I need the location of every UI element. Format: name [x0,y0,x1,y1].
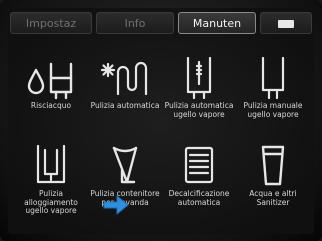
maintenance-grid: Risciacquo Pulizia automatica Pulizia au… [14,56,308,232]
function-drink-container[interactable]: Pulizia contenitore per bevanda [88,144,162,230]
water-glass-icon [261,145,285,186]
tab-extra[interactable] [260,12,312,34]
function-auto-clean[interactable]: Pulizia automatica [88,56,162,142]
function-auto-clean-steam-nozzle[interactable]: Pulizia automatica ugello vapore [162,56,236,142]
tab-impostazioni[interactable]: Impostaz [10,12,92,34]
manual-clean-steam-nozzle-icon [261,56,285,100]
function-manual-clean-steam-nozzle[interactable]: Pulizia manuale ugello vapore [236,56,310,142]
auto-clean-steam-nozzle-icon [186,56,212,100]
tab-manutenzione[interactable]: Manuten [178,12,256,34]
rinse-icon [27,62,73,100]
pointer-arrow-icon [103,194,129,216]
tab-info[interactable]: Info [96,12,174,34]
function-label: Pulizia automatica [90,101,160,110]
function-label: Pulizia automatica ugello vapore [164,101,234,119]
steam-nozzle-housing-icon [36,144,66,184]
tab-extra-icon [278,20,294,28]
function-label: Pulizia alloggiamento ugello vapore [24,189,78,215]
function-label: Pulizia manuale ugello vapore [243,101,303,119]
auto-clean-icon [100,61,148,96]
function-label: Acqua e altri Sanitizer [249,189,297,207]
function-water-glass[interactable]: Acqua e altri Sanitizer [236,144,310,230]
descaling-icon [184,146,214,184]
function-rinse[interactable]: Risciacquo [14,56,88,142]
drink-container-icon [112,146,138,184]
function-label: Decalcificazione automatica [168,189,230,207]
function-descaling[interactable]: Decalcificazione automatica [162,144,236,230]
function-steam-nozzle-housing[interactable]: Pulizia alloggiamento ugello vapore [14,144,88,230]
function-label: Risciacquo [30,101,72,110]
tab-bar: Impostaz Info Manuten [10,12,312,36]
